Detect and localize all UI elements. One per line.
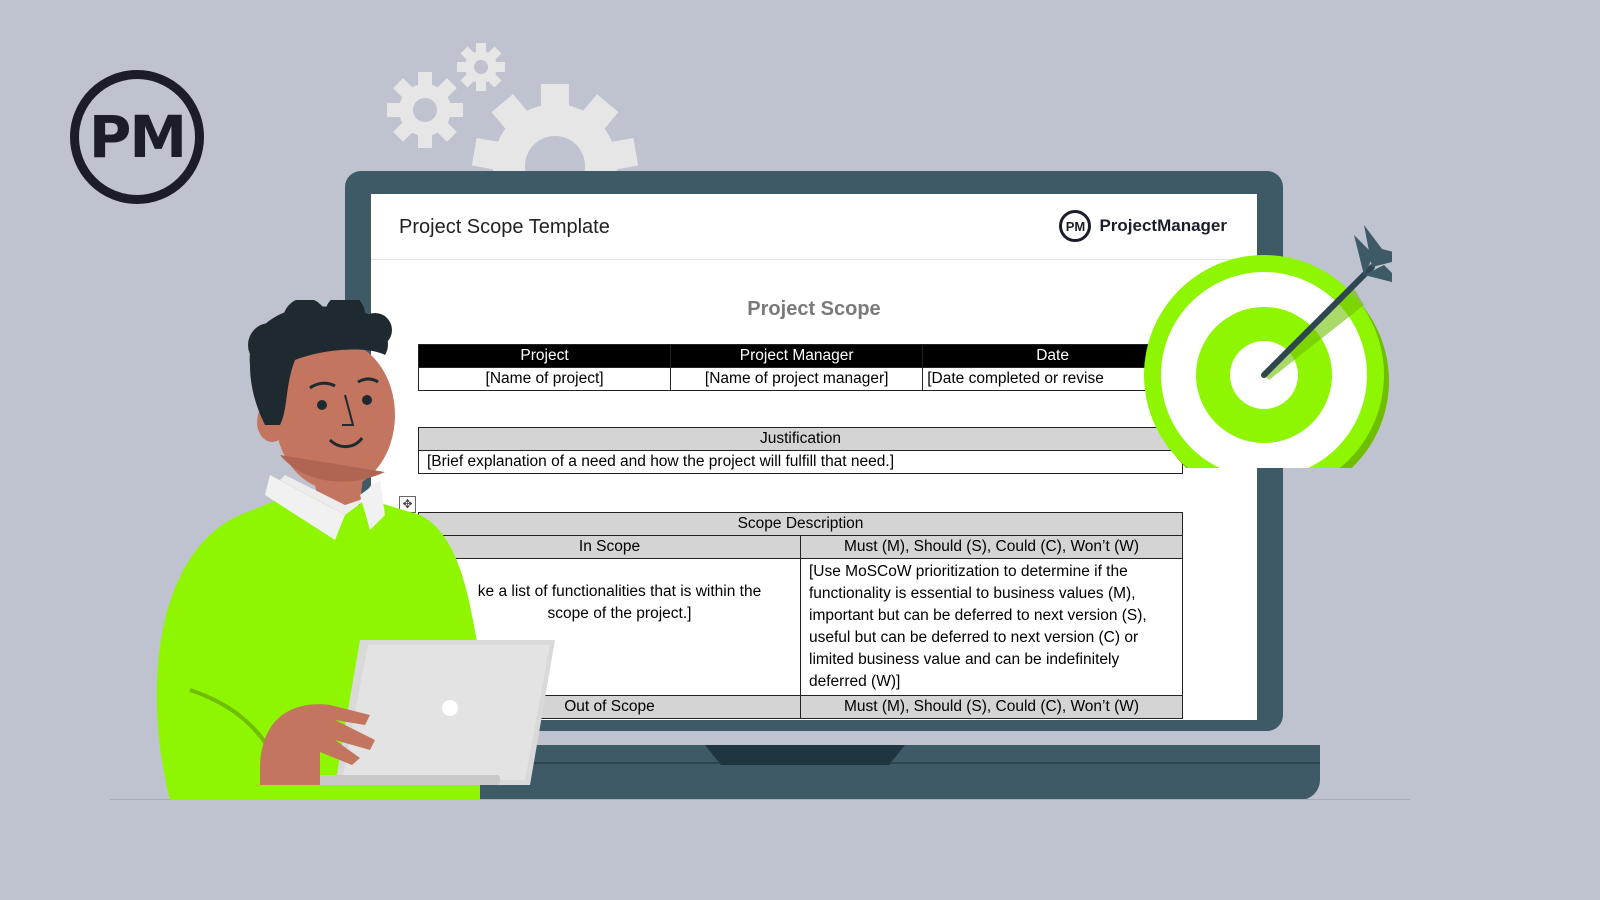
project-manager-header: Project Manager xyxy=(670,344,924,368)
moscow-header-2: Must (M), Should (S), Could (C), Won’t (… xyxy=(800,695,1183,719)
person-illustration xyxy=(156,300,555,800)
pm-logo: PM xyxy=(70,70,204,204)
laptop-notch xyxy=(705,745,905,765)
project-manager-cell[interactable]: [Name of project manager] xyxy=(670,367,924,391)
moscow-header: Must (M), Should (S), Could (C), Won’t (… xyxy=(800,535,1183,559)
small-gear-icon xyxy=(387,72,463,148)
document-window-title: Project Scope Template xyxy=(399,216,610,238)
brand-logo-icon: PM xyxy=(1059,210,1092,242)
large-gear-icon xyxy=(471,84,639,174)
moscow-cell[interactable]: [Use MoSCoW prioritization to determine … xyxy=(800,558,1183,696)
target-icon xyxy=(1144,225,1392,468)
document-header: Project Scope Template PM ProjectManager xyxy=(371,194,1257,260)
pm-logo-text: PM xyxy=(88,103,187,171)
